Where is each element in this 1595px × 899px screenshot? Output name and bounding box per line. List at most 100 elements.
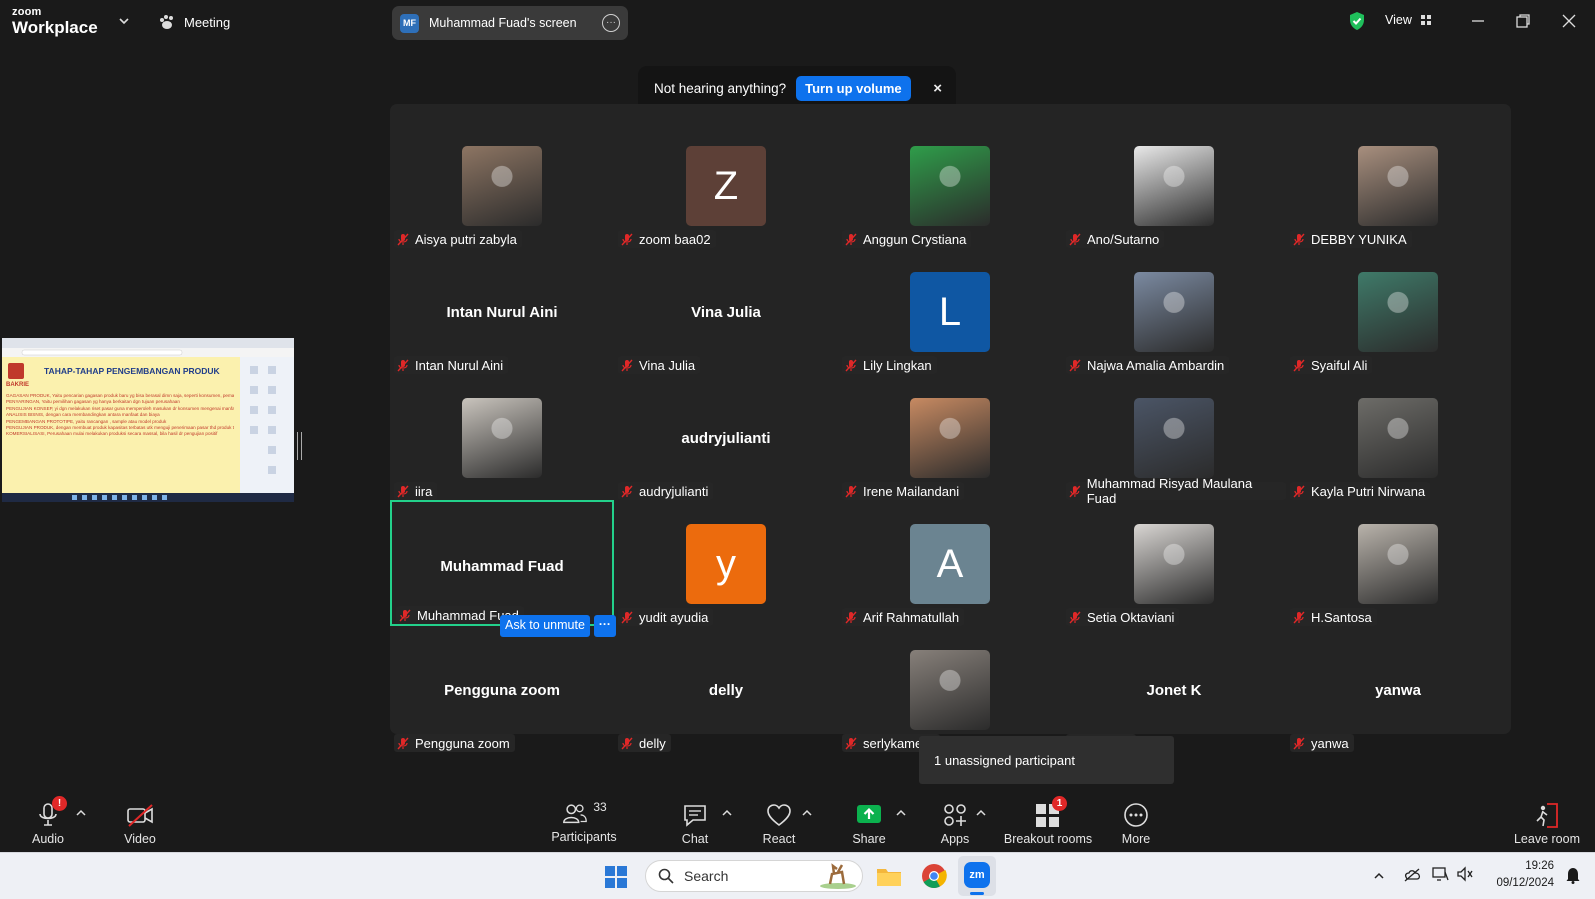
participant-video-thumbnail (1134, 272, 1214, 352)
turn-up-volume-button[interactable]: Turn up volume (796, 76, 911, 101)
participant-name-label: yanwa (1311, 735, 1349, 751)
sharer-avatar: MF (400, 13, 419, 33)
muted-mic-icon (1293, 359, 1305, 371)
participant-tile[interactable]: Intan Nurul Aini Intan Nurul Aini (390, 248, 614, 374)
participant-name-bar: Intan Nurul Aini (394, 356, 509, 374)
participant-name-bar: Vina Julia (618, 356, 701, 374)
chevron-down-icon[interactable] (117, 14, 131, 28)
participants-count: 33 (593, 800, 607, 814)
splitter-handle[interactable] (297, 432, 302, 460)
chat-options-caret-icon[interactable] (721, 808, 733, 818)
show-hidden-icons-icon[interactable] (1373, 871, 1385, 881)
react-button[interactable]: React (762, 794, 796, 852)
participant-tile[interactable]: Aisya putri zabyla (390, 122, 614, 248)
chrome-icon[interactable] (921, 863, 947, 889)
muted-mic-icon (397, 737, 409, 749)
participants-button[interactable]: 33 Participants (548, 794, 620, 852)
taskbar-date[interactable]: 09/12/2024 (1484, 877, 1554, 889)
participant-tile[interactable]: yanwa yanwa (1286, 626, 1510, 752)
participant-display-name: audryjulianti (681, 430, 771, 447)
participant-avatar-letter: A (910, 524, 990, 604)
muted-mic-icon (621, 359, 633, 371)
participant-tile[interactable]: Muhammad Fuad Muhammad Fuad (390, 500, 614, 626)
participant-name-bar: DEBBY YUNIKA (1290, 230, 1412, 248)
zoom-workplace-logo: zoom Workplace (12, 7, 98, 37)
participant-tile[interactable]: Irene Mailandani (838, 374, 1062, 500)
participant-tile[interactable]: Pengguna zoom Pengguna zoom (390, 626, 614, 752)
participant-tile[interactable]: Kayla Putri Nirwana (1286, 374, 1510, 500)
participant-tile[interactable]: Anggun Crystiana (838, 122, 1062, 248)
share-options-caret-icon[interactable] (895, 808, 907, 818)
breakout-rooms-button[interactable]: 1 Breakout rooms (1000, 794, 1096, 852)
participant-tile[interactable]: delly delly (614, 626, 838, 752)
participants-label: Participants (551, 830, 617, 844)
participant-tile[interactable]: y yudit ayudia (614, 500, 838, 626)
participant-tile[interactable]: iira (390, 374, 614, 500)
paw-icon (160, 15, 173, 29)
react-options-caret-icon[interactable] (801, 808, 813, 818)
participant-tile[interactable]: audryjulianti audryjulianti (614, 374, 838, 500)
participant-tile[interactable]: Ano/Sutarno (1062, 122, 1286, 248)
audio-options-caret-icon[interactable] (75, 808, 87, 818)
shared-screen-pill[interactable]: MF Muhammad Fuad's screen ··· (392, 6, 628, 40)
participant-tile[interactable]: A Arif Rahmatullah (838, 500, 1062, 626)
participant-name-bar: Syaiful Ali (1290, 356, 1373, 374)
more-options-icon[interactable]: ··· (602, 14, 620, 32)
view-button[interactable]: View (1385, 13, 1432, 27)
notification-bell-icon[interactable] (1565, 866, 1581, 884)
video-button[interactable]: Video (122, 794, 158, 852)
participant-video-thumbnail (1134, 398, 1214, 478)
participant-tile[interactable]: Vina Julia Vina Julia (614, 248, 838, 374)
participant-tile[interactable]: L Lily Lingkan (838, 248, 1062, 374)
participant-tile[interactable]: Syaiful Ali (1286, 248, 1510, 374)
react-label: React (762, 832, 796, 846)
muted-mic-icon (845, 485, 857, 497)
restore-icon[interactable] (1513, 11, 1533, 31)
shared-screen-thumbnail[interactable]: TAHAP-TAHAP PENGEMBANGAN PRODUK BAKRIE G… (2, 338, 294, 502)
chat-button[interactable]: Chat (680, 794, 710, 852)
network-icon[interactable] (1431, 866, 1449, 882)
audio-button[interactable]: ! Audio (32, 794, 67, 852)
more-label: More (1121, 832, 1151, 846)
participant-name-bar: Arif Rahmatullah (842, 608, 965, 626)
participant-name-bar: Irene Mailandani (842, 482, 965, 500)
participant-video-thumbnail (910, 398, 990, 478)
toast-close-button[interactable]: × (933, 80, 942, 97)
share-button[interactable]: Share (851, 794, 887, 852)
taskbar-clock[interactable]: 19:26 (1514, 860, 1554, 872)
participant-name-label: Intan Nurul Aini (415, 357, 504, 373)
muted-mic-icon (397, 485, 409, 497)
participant-tile[interactable]: Muhammad Risyad Maulana Fuad (1062, 374, 1286, 506)
zoom-meeting-window: zoom Workplace Meeting MF Muhammad Fuad'… (0, 0, 1595, 899)
participant-video-thumbnail (1358, 272, 1438, 352)
apps-button[interactable]: Apps (939, 794, 971, 852)
participant-tile[interactable]: Jonet KJonet K (1062, 626, 1286, 752)
participant-video-thumbnail (910, 146, 990, 226)
participant-tile[interactable]: DEBBY YUNIKA (1286, 122, 1510, 248)
ask-to-unmute-button[interactable]: Ask to unmute (500, 615, 590, 637)
participant-name-label: Arif Rahmatullah (863, 609, 960, 625)
participant-more-button[interactable]: ··· (593, 615, 616, 637)
meeting-menu-button[interactable]: Meeting (158, 12, 230, 32)
share-label: Share (852, 832, 886, 846)
windows-start-icon[interactable] (604, 865, 628, 889)
zoom-taskbar-button[interactable]: zm (958, 856, 996, 896)
participant-tile[interactable]: Najwa Amalia Ambardin (1062, 248, 1286, 374)
participant-tile[interactable]: H.Santosa (1286, 500, 1510, 626)
leave-room-button[interactable]: Leave room (1512, 794, 1582, 852)
encryption-shield-icon[interactable] (1348, 11, 1366, 31)
muted-mic-icon (621, 233, 633, 245)
participant-tile[interactable]: serlykamelia (838, 626, 1062, 752)
volume-muted-icon[interactable] (1456, 866, 1474, 882)
participant-tile[interactable]: Zzoom baa02 (614, 122, 838, 248)
slide-logo-text: BAKRIE (6, 382, 30, 388)
muted-mic-icon (397, 233, 409, 245)
more-button[interactable]: More (1121, 794, 1151, 852)
close-icon[interactable] (1559, 11, 1579, 31)
onedrive-offline-icon[interactable] (1403, 867, 1421, 883)
participant-tile[interactable]: Setia Oktaviani (1062, 500, 1286, 626)
participant-video-thumbnail (462, 146, 542, 226)
file-explorer-icon[interactable] (876, 864, 902, 888)
apps-options-caret-icon[interactable] (975, 808, 987, 818)
minimize-icon[interactable] (1468, 11, 1488, 31)
